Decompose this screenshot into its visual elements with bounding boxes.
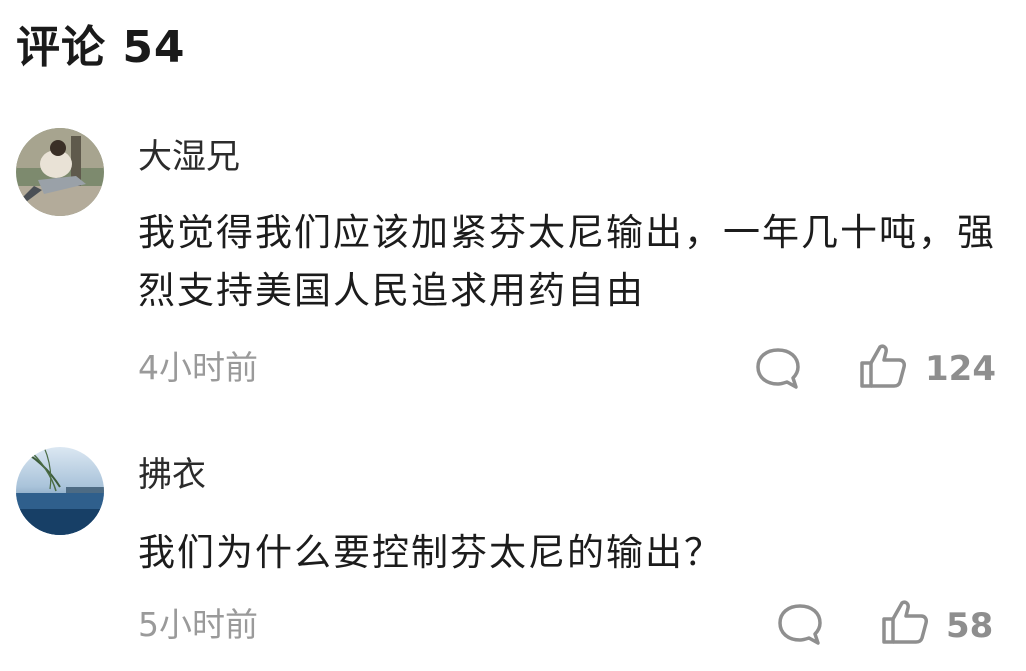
comment-author[interactable]: 拂衣 — [138, 452, 206, 498]
lake-landscape-avatar — [16, 447, 104, 535]
user-avatar[interactable] — [16, 128, 104, 216]
comment-bubble-icon[interactable] — [776, 602, 824, 652]
like-count: 58 — [946, 606, 994, 646]
like-count: 124 — [925, 349, 996, 389]
comment-text: 我们为什么要控制芬太尼的输出？ — [138, 531, 723, 574]
comment-text: 我觉得我们应该加紧芬太尼输出，一年几十吨，强烈支持美国人民追求用药自由 — [138, 211, 996, 312]
comment-time: 5小时前 — [138, 605, 258, 644]
thumbs-up-icon[interactable] — [858, 341, 908, 395]
comment-author[interactable]: 大湿兄 — [138, 134, 240, 180]
comment-bubble-icon[interactable] — [754, 346, 802, 396]
user-avatar[interactable] — [16, 447, 104, 535]
person-photo-avatar — [16, 128, 104, 216]
thumbs-up-icon[interactable] — [880, 597, 930, 651]
comments-title: 评论 54 — [16, 22, 186, 73]
comment-time: 4小时前 — [138, 348, 258, 387]
